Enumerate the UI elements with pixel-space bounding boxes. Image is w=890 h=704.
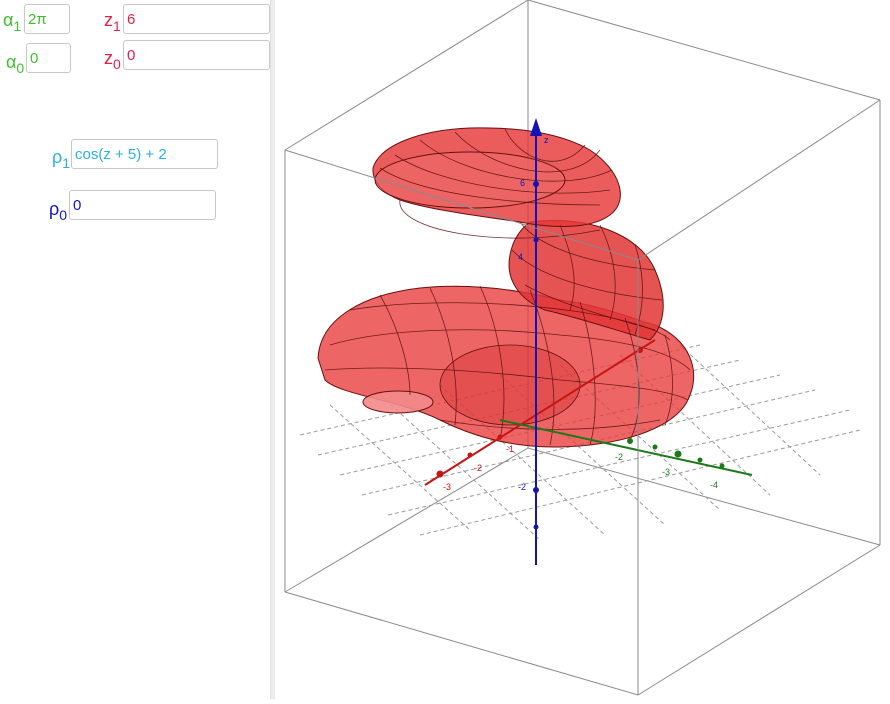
alpha1-label: α1 xyxy=(3,10,22,34)
z1-input[interactable] xyxy=(123,4,270,34)
y-tick-label: -4 xyxy=(710,480,718,490)
rho1-label: ρ1 xyxy=(52,147,71,171)
rho1-input[interactable] xyxy=(71,139,218,169)
input-panel: α1 α0 z1 z0 ρ1 ρ0 xyxy=(0,0,270,699)
x-tick-label: -2 xyxy=(474,463,482,473)
alpha0-label: α0 xyxy=(6,52,25,76)
graphics-3d-view[interactable]: -3 -2 -1 -2 -3 -4 -2 4 6 z xyxy=(275,0,890,699)
x-tick-label: -3 xyxy=(443,482,451,492)
surface[interactable] xyxy=(317,127,695,448)
z0-label: z0 xyxy=(104,48,121,72)
z1-label: z1 xyxy=(104,10,121,34)
z-tick-label: -2 xyxy=(518,482,526,492)
y-tick-label: -3 xyxy=(662,467,670,477)
rho0-input[interactable] xyxy=(69,190,216,220)
rho0-label: ρ0 xyxy=(49,199,68,223)
y-tick-label: -2 xyxy=(615,452,623,462)
graphics-canvas[interactable]: -3 -2 -1 -2 -3 -4 -2 4 6 z xyxy=(275,0,890,699)
alpha0-input[interactable] xyxy=(26,43,71,73)
z-tick-label: 6 xyxy=(520,178,525,188)
z0-input[interactable] xyxy=(123,40,270,70)
alpha1-input[interactable] xyxy=(24,4,70,34)
x-tick-label: -1 xyxy=(506,444,514,454)
z-axis-label: z xyxy=(544,135,549,145)
z-tick-label: 4 xyxy=(518,252,523,262)
